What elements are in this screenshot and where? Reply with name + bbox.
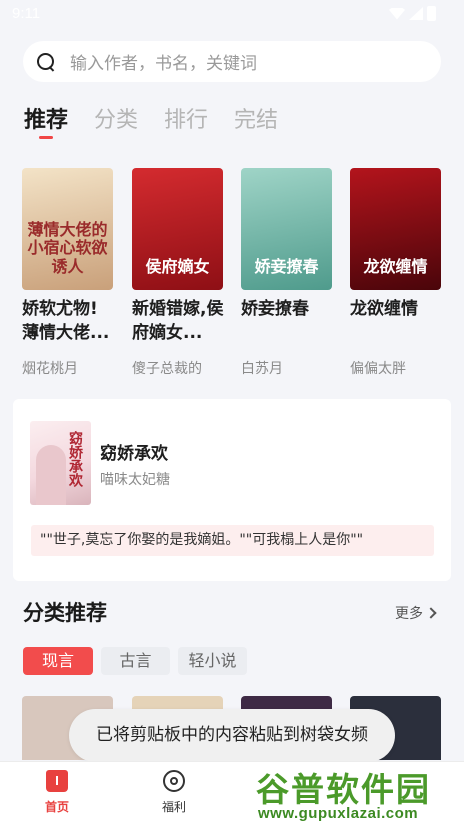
wifi-icon	[389, 7, 405, 20]
tab-completed[interactable]: 完结	[234, 102, 278, 140]
search-bar[interactable]: 输入作者，书名，关键词	[23, 41, 441, 82]
tab-category[interactable]: 分类	[94, 102, 138, 140]
book-card[interactable]: 娇妾撩春 娇妾撩春 白苏月	[241, 168, 333, 377]
top-tabs: 推荐 分类 排行 完结	[24, 102, 278, 140]
tab-label: 分类	[94, 108, 139, 133]
watermark-brand: 谷普软件园	[256, 770, 431, 809]
section-title: 分类推荐	[23, 601, 107, 625]
welfare-icon	[163, 770, 185, 792]
cover-title-art: 侯府嫡女	[145, 256, 210, 276]
status-time: 9:11	[12, 5, 41, 22]
book-cover[interactable]: 娇妾撩春	[241, 168, 332, 290]
status-icons	[389, 6, 436, 21]
cover-title-art: 薄情大佬的小宿心软欲诱人	[27, 219, 108, 276]
book-title[interactable]: 新婚错嫁,侯府嫡女...	[132, 297, 224, 345]
toast-message: 已将剪贴板中的内容粘贴到树袋女频	[69, 709, 395, 762]
book-title[interactable]: 龙欲缠情	[350, 297, 442, 321]
book-author: 烟花桃月	[22, 361, 78, 377]
nav-label: 福利	[161, 800, 186, 814]
tab-active-indicator	[39, 136, 53, 139]
book-cover[interactable]: 龙欲缠情	[350, 168, 441, 290]
book-title[interactable]: 娇软尤物!薄情大佬...	[22, 297, 114, 345]
nav-welfare[interactable]: 福利	[144, 770, 204, 815]
tab-label: 完结	[234, 108, 279, 133]
featured-book-author: 喵味太妃糖	[100, 472, 170, 488]
search-icon	[36, 52, 56, 72]
tab-ranking[interactable]: 排行	[164, 102, 208, 140]
nav-home[interactable]: 首页	[27, 770, 87, 815]
chevron-right-icon	[425, 607, 437, 619]
category-pill-ancient[interactable]: 古言	[101, 647, 170, 675]
watermark-url: www.gupuxlazai.com	[258, 805, 419, 822]
featured-book-cover[interactable]: 窈娇承欢	[30, 421, 91, 505]
cover-title-art: 龙欲缠情	[363, 256, 428, 276]
signal-icon	[409, 7, 423, 20]
cover-title-art: 娇妾撩春	[254, 256, 319, 276]
tab-label: 排行	[164, 108, 209, 133]
cover-title-art: 窈娇承欢	[67, 431, 83, 487]
status-bar: 9:11	[0, 0, 464, 30]
more-label: 更多	[395, 606, 423, 622]
book-author: 白苏月	[241, 361, 283, 377]
category-pill-light-novel[interactable]: 轻小说	[178, 647, 247, 675]
tab-label: 推荐	[24, 108, 69, 133]
featured-book-title[interactable]: 窈娇承欢	[100, 439, 168, 464]
book-card[interactable]: 侯府嫡女 新婚错嫁,侯府嫡女... 傻子总裁的	[132, 168, 224, 377]
category-pill-modern[interactable]: 现言	[23, 647, 93, 675]
home-icon	[46, 770, 68, 792]
book-card[interactable]: 龙欲缠情 龙欲缠情 偏偏太胖	[350, 168, 442, 377]
featured-book-quote: ""世子,莫忘了你娶的是我嫡姐。""可我榻上人是你""	[31, 525, 434, 556]
book-cover[interactable]: 薄情大佬的小宿心软欲诱人	[22, 168, 113, 290]
more-link[interactable]: 更多	[395, 603, 437, 623]
book-card[interactable]: 薄情大佬的小宿心软欲诱人 娇软尤物!薄情大佬... 烟花桃月	[22, 168, 114, 377]
cover-illustration	[36, 445, 66, 505]
featured-book-card[interactable]: 窈娇承欢 窈娇承欢 喵味太妃糖 ""世子,莫忘了你娶的是我嫡姐。""可我榻上人是…	[13, 399, 451, 581]
book-author: 傻子总裁的	[132, 361, 202, 377]
book-cover[interactable]: 侯府嫡女	[132, 168, 223, 290]
book-title[interactable]: 娇妾撩春	[241, 297, 333, 321]
tab-recommend[interactable]: 推荐	[24, 102, 68, 140]
nav-label: 首页	[44, 800, 69, 814]
book-author: 偏偏太胖	[350, 361, 406, 377]
search-input[interactable]: 输入作者，书名，关键词	[70, 49, 257, 74]
watermark-logo: 谷普软件园 www.gupuxlazai.com	[256, 763, 460, 823]
battery-icon	[427, 6, 436, 21]
category-pills: 现言 古言 轻小说	[23, 647, 247, 675]
